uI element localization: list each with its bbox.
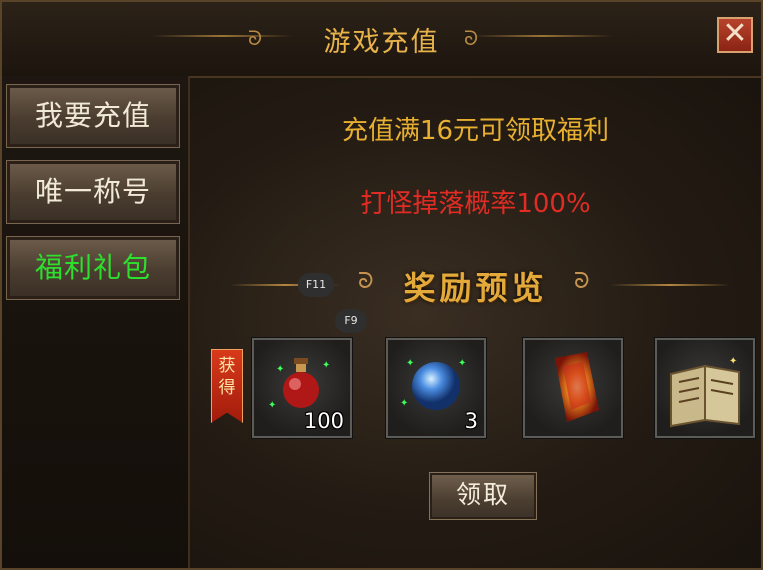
item-count: 3 [464,409,478,433]
reward-preview-header: ᘐ 奖励预览 ᘐ [190,263,761,307]
reward-slot[interactable] [522,337,624,439]
preview-ornament-right [610,284,730,286]
fire-scroll-icon [555,352,599,422]
recharge-window: ᘐ 游戏充值 ᘐ ✕ 我要充值 唯一称号 福利礼包 充值满16元可领取福利 打怪… [0,0,763,570]
reward-slot[interactable]: ✦ ✦ ✦ 100 [251,337,353,439]
sparkle-icon: ✦ [406,358,415,369]
sparkle-icon: ✦ [458,358,467,369]
close-icon: ✕ [722,16,748,51]
sidebar-item-label: 我要充值 [34,99,151,132]
swirl-ornament-icon: ᘐ [574,269,590,294]
title-bar: ᘐ 游戏充值 ᘐ ✕ [2,2,761,78]
obtain-label: 获得 [218,356,236,398]
title-ornament-right [472,35,612,37]
sparkle-icon: ✦ [268,400,277,411]
claim-label: 领取 [455,480,510,509]
sidebar-item-welfare-pack[interactable]: 福利礼包 [6,236,180,300]
reward-slot[interactable]: ✦ [654,337,756,439]
hotkey-badge: F9 [335,309,367,333]
sparkle-icon: ✦ [322,360,331,371]
reward-preview-title: 奖励预览 [403,269,548,307]
item-count: 100 [303,409,344,433]
sidebar-item-label: 唯一称号 [34,175,151,208]
sidebar-item-label: 福利礼包 [34,251,151,284]
skill-book-icon [670,364,740,428]
main-panel: 充值满16元可领取福利 打怪掉落概率100% ᘐ 奖励预览 ᘐ F11 F9 获… [190,76,761,568]
drop-rate-text: 打怪掉落概率100% [360,189,591,219]
swirl-ornament-icon: ᘐ [464,26,479,50]
sidebar-item-unique-title[interactable]: 唯一称号 [6,160,180,224]
obtain-ribbon: 获得 [211,349,243,423]
recharge-headline: 充值满16元可领取福利 [341,116,610,146]
sidebar: 我要充值 唯一称号 福利礼包 [2,76,190,568]
close-button[interactable]: ✕ [717,17,753,53]
sidebar-item-recharge[interactable]: 我要充值 [6,84,180,148]
sparkle-icon: ✦ [729,356,738,367]
claim-button[interactable]: 领取 [429,472,537,520]
reward-slot[interactable]: ✦ ✦ ✦ 3 [385,337,487,439]
sparkle-icon: ✦ [400,398,409,409]
sparkle-icon: ✦ [276,364,285,375]
window-title: 游戏充值 [323,27,440,58]
hotkey-badge: F11 [298,273,334,297]
